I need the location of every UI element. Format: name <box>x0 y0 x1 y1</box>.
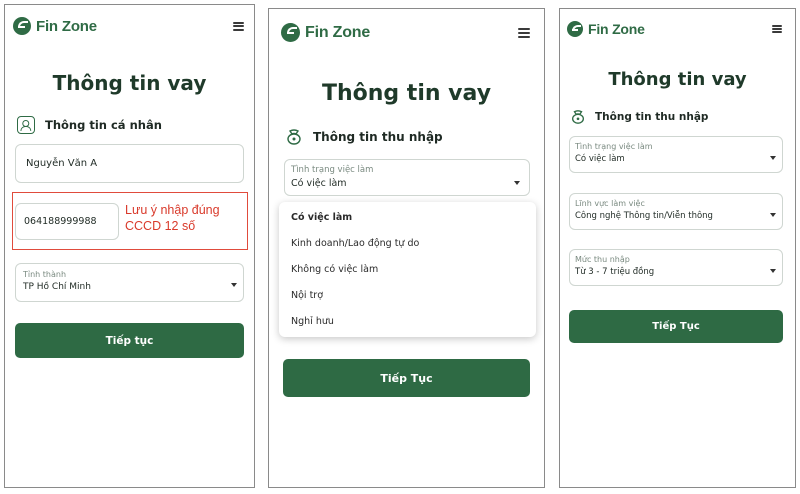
income-icon <box>570 109 586 125</box>
option-employed[interactable]: Có việc làm <box>291 212 352 223</box>
employment-status-label: Tình trạng việc làm <box>575 142 653 151</box>
income-level-select[interactable]: Mức thu nhập Từ 3 - 7 triệu đồng <box>569 249 783 286</box>
continue-button[interactable]: Tiếp Tục <box>283 359 530 397</box>
work-field-select[interactable]: Lĩnh vực làm việc Công nghệ Thông tin/Vi… <box>569 193 783 230</box>
section-title: Thông tin cá nhân <box>45 118 162 132</box>
income-level-value: Từ 3 - 7 triệu đồng <box>575 267 655 277</box>
continue-button[interactable]: Tiếp tục <box>15 323 244 358</box>
option-homemaker[interactable]: Nội trợ <box>291 290 323 301</box>
option-self-employed[interactable]: Kinh doanh/Lao động tự do <box>291 238 419 249</box>
option-retired[interactable]: Nghỉ hưu <box>291 316 334 327</box>
province-label: Tỉnh thành <box>23 270 67 279</box>
section-title: Thông tin thu nhập <box>313 130 443 144</box>
logo[interactable]: Fin Zone <box>281 23 370 42</box>
app-header: Fin Zone <box>5 17 254 35</box>
chevron-down-icon <box>231 283 237 287</box>
chevron-down-icon <box>770 156 776 160</box>
page-title: Thông tin vay <box>608 69 747 90</box>
hamburger-menu-icon[interactable] <box>233 21 244 31</box>
page-title: Thông tin vay <box>52 71 207 95</box>
chevron-down-icon <box>770 269 776 273</box>
screen-personal-info: Fin Zone Thông tin vay Thông tin cá nhân… <box>4 4 255 488</box>
finzone-logo-icon <box>281 23 300 42</box>
chevron-down-icon <box>514 181 520 185</box>
id-number-value: 064188999988 <box>24 216 97 227</box>
full-name-field[interactable]: Nguyễn Văn A <box>15 144 244 183</box>
user-card-icon <box>17 116 35 134</box>
id-number-field[interactable]: 064188999988 <box>15 203 119 240</box>
page-title: Thông tin vay <box>321 81 492 106</box>
employment-options-dropdown: Có việc làm Kinh doanh/Lao động tự do Kh… <box>279 202 536 337</box>
province-select[interactable]: Tỉnh thành TP Hồ Chí Minh <box>15 263 244 302</box>
screen-income-filled: Fin Zone Thông tin vay Thông tin thu nhậ… <box>559 8 796 488</box>
section-header: Thông tin cá nhân <box>17 116 162 134</box>
employment-status-select[interactable]: Tình trạng việc làm Có việc làm <box>284 159 530 196</box>
brand-name: Fin Zone <box>36 17 97 35</box>
work-field-value: Công nghệ Thông tin/Viễn thông <box>575 211 713 221</box>
section-title: Thông tin thu nhập <box>595 111 709 123</box>
logo[interactable]: Fin Zone <box>13 17 97 35</box>
hamburger-menu-icon[interactable] <box>518 27 530 38</box>
app-header: Fin Zone <box>560 21 795 37</box>
brand-name: Fin Zone <box>305 23 371 41</box>
income-icon <box>285 128 303 146</box>
screen-income-dropdown: Fin Zone Thông tin vay Thông tin thu nhậ… <box>268 8 545 488</box>
brand-name: Fin Zone <box>588 21 645 37</box>
employment-status-value: Có việc làm <box>575 154 625 164</box>
section-header: Thông tin thu nhập <box>285 128 443 146</box>
app-header: Fin Zone <box>269 23 544 42</box>
employment-status-value: Có việc làm <box>291 178 347 189</box>
section-header: Thông tin thu nhập <box>570 109 708 125</box>
finzone-logo-icon <box>13 17 31 35</box>
chevron-down-icon <box>770 213 776 217</box>
income-level-label: Mức thu nhập <box>575 255 630 264</box>
hamburger-menu-icon[interactable] <box>772 25 782 33</box>
employment-status-label: Tình trạng việc làm <box>291 165 374 175</box>
continue-button[interactable]: Tiếp Tục <box>569 310 783 343</box>
finzone-logo-icon <box>567 21 583 37</box>
employment-status-select[interactable]: Tình trạng việc làm Có việc làm <box>569 136 783 173</box>
full-name-value: Nguyễn Văn A <box>26 158 98 169</box>
logo[interactable]: Fin Zone <box>567 21 645 37</box>
work-field-label: Lĩnh vực làm việc <box>575 199 645 208</box>
option-unemployed[interactable]: Không có việc làm <box>291 264 378 275</box>
id-warning-note: Lưu ý nhập đúng CCCD 12 số <box>125 203 220 233</box>
province-value: TP Hồ Chí Minh <box>23 282 91 292</box>
